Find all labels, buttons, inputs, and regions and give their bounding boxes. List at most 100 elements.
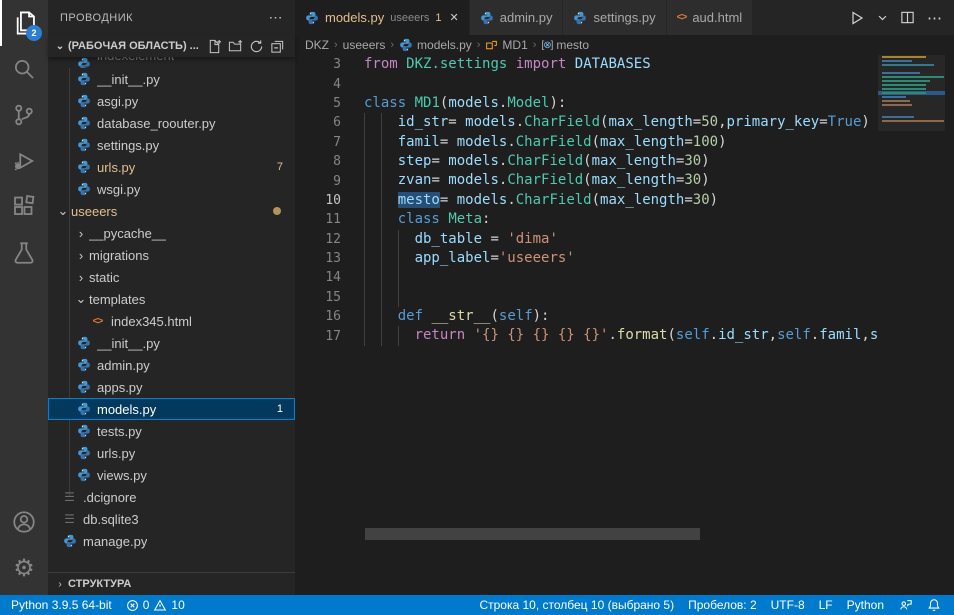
split-editor-icon[interactable] (900, 10, 915, 25)
tree-file-database-roouter-py[interactable]: database_roouter.py (48, 112, 295, 134)
tree-folder-useeers[interactable]: ⌄useeers (48, 200, 295, 222)
tree-file-urls-py[interactable]: urls.py7 (48, 156, 295, 178)
eol-status[interactable]: LF (812, 595, 840, 615)
breadcrumb-item-md1[interactable]: MD1 (485, 38, 527, 52)
tree-file-tests-py[interactable]: tests.py (48, 420, 295, 442)
tree-folder-static[interactable]: ›static (48, 266, 295, 288)
code-line-12[interactable]: 12 db_table = 'dima' (295, 230, 878, 249)
breadcrumb-item-dkz[interactable]: DKZ (305, 38, 329, 52)
tree-file-wsgi-py[interactable]: wsgi.py (48, 178, 295, 200)
tree-file--init-py[interactable]: __init__.py (48, 332, 295, 354)
source-control-icon[interactable] (0, 92, 48, 138)
indent-guide (364, 288, 365, 307)
minimap[interactable] (878, 55, 945, 583)
tree-folder-migrations[interactable]: ›migrations (48, 244, 295, 266)
python-file-icon (76, 358, 91, 372)
run-dropdown-chevron-icon[interactable] (877, 12, 888, 23)
indent-guide (381, 133, 382, 152)
collapse-all-icon[interactable] (270, 39, 285, 54)
vertical-scrollbar[interactable] (945, 55, 954, 583)
code-line-8[interactable]: 8 step= models.CharField(max_length=30) (295, 152, 878, 171)
tree-file-urls-py[interactable]: urls.py (48, 442, 295, 464)
tree-folder-templates[interactable]: ⌄templates (48, 288, 295, 310)
breadcrumb-item-useeers[interactable]: useeers (343, 38, 386, 52)
notifications-bell-icon[interactable] (920, 595, 948, 615)
code-line-16[interactable]: 16 def __str__(self): (295, 307, 878, 326)
code-line-3[interactable]: 3from DKZ.settings import DATABASES (295, 55, 878, 74)
new-folder-icon[interactable] (228, 39, 243, 54)
explorer-more-icon[interactable]: ⋯ (269, 9, 284, 26)
horizontal-scrollbar[interactable] (365, 528, 700, 540)
language-mode-status[interactable]: Python (840, 595, 891, 615)
new-file-icon[interactable] (207, 39, 222, 54)
tree-file--dcignore[interactable]: ☰.dcignore (48, 486, 295, 508)
code-line-17[interactable]: 17 return '{} {} {} {} {}'.format(self.i… (295, 326, 878, 345)
run-python-file-icon[interactable] (849, 10, 865, 26)
search-icon[interactable] (0, 46, 48, 92)
tree-file-index345-html[interactable]: <>index345.html (48, 310, 295, 332)
code-line-9[interactable]: 9 zvan= models.CharField(max_length=30) (295, 171, 878, 190)
code-line-5[interactable]: 5class MD1(models.Model): (295, 94, 878, 113)
code-line-10[interactable]: 10 mesto= models.CharField(max_length=30… (295, 191, 878, 210)
tab-aud-html[interactable]: <>aud.html (667, 0, 754, 35)
code-line-4[interactable]: 4 (295, 74, 878, 93)
chevron-right-icon: › (52, 579, 68, 590)
line-number: 6 (295, 115, 341, 130)
code-line-6[interactable]: 6 id_str= models.CharField(max_length=50… (295, 113, 878, 132)
python-file-icon (76, 94, 91, 108)
testing-icon[interactable] (0, 230, 48, 276)
indent-guide (364, 268, 365, 287)
feedback-icon[interactable] (891, 595, 920, 615)
extensions-icon[interactable] (0, 184, 48, 230)
indent-guide (364, 230, 365, 249)
line-number: 9 (295, 174, 341, 189)
python-file-icon (480, 11, 494, 25)
indent-guide (381, 268, 382, 287)
indentation-status[interactable]: Пробелов: 2 (681, 595, 764, 615)
activity-bar: 2 (0, 0, 48, 595)
tree-file-views-py[interactable]: views.py (48, 464, 295, 486)
outline-section-header[interactable]: › СТРУКТУРА (48, 572, 295, 595)
tree-file-manage-py[interactable]: manage.py (48, 530, 295, 552)
tree-folder--pycache-[interactable]: ›__pycache__ (48, 222, 295, 244)
tree-file-indexelement[interactable]: indexelement (48, 57, 295, 68)
settings-gear-icon[interactable]: ⚙ (0, 545, 48, 591)
tree-file-apps-py[interactable]: apps.py (48, 376, 295, 398)
run-debug-icon[interactable] (0, 138, 48, 184)
tree-file-db-sqlite3[interactable]: ☰db.sqlite3 (48, 508, 295, 530)
indent-guide (381, 152, 382, 171)
explorer-icon[interactable]: 2 (0, 0, 48, 46)
tree-file-settings-py[interactable]: settings.py (48, 134, 295, 156)
line-number: 8 (295, 154, 341, 169)
tree-file-admin-py[interactable]: admin.py (48, 354, 295, 376)
refresh-icon[interactable] (249, 39, 264, 54)
workspace-section-header[interactable]: ⌄ (РАБОЧАЯ ОБЛАСТЬ) ... (48, 35, 295, 57)
breadcrumb-item-models-py[interactable]: models.py (399, 38, 472, 52)
code-line-7[interactable]: 7 famil= models.CharField(max_length=100… (295, 133, 878, 152)
code-line-13[interactable]: 13 app_label='useeers' (295, 249, 878, 268)
tree-file--init-py[interactable]: __init__.py (48, 68, 295, 90)
tree-file-models-py[interactable]: models.py1 (48, 398, 295, 420)
error-icon (126, 599, 139, 612)
breadcrumb-separator: › (390, 39, 394, 51)
code-line-11[interactable]: 11 class Meta: (295, 210, 878, 229)
tree-file-asgi-py[interactable]: asgi.py (48, 90, 295, 112)
account-icon[interactable] (0, 499, 48, 545)
cursor-position-status[interactable]: Строка 10, столбец 10 (выбрано 5) (472, 595, 681, 615)
problems-status[interactable]: 0 10 (119, 595, 192, 615)
python-file-icon (76, 57, 91, 68)
chevron-right-icon: › (75, 248, 87, 263)
code-line-14[interactable]: 14 (295, 268, 878, 287)
tab-settings-py[interactable]: settings.py (563, 0, 666, 35)
tab-models-py[interactable]: models.pyuseeers1✕ (295, 0, 470, 35)
close-icon[interactable]: ✕ (450, 11, 459, 24)
breadcrumb-item-mesto[interactable]: [⊗]mesto (541, 38, 589, 52)
python-interpreter-status[interactable]: Python 3.9.5 64-bit (4, 595, 119, 615)
tab-admin-py[interactable]: admin.py (470, 0, 564, 35)
code-editor[interactable]: 3from DKZ.settings import DATABASES45cla… (295, 55, 878, 583)
line-number: 16 (295, 309, 341, 324)
more-actions-icon[interactable]: ⋯ (927, 9, 942, 27)
encoding-status[interactable]: UTF-8 (764, 595, 812, 615)
line-number: 17 (295, 329, 341, 344)
code-line-15[interactable]: 15 (295, 288, 878, 307)
